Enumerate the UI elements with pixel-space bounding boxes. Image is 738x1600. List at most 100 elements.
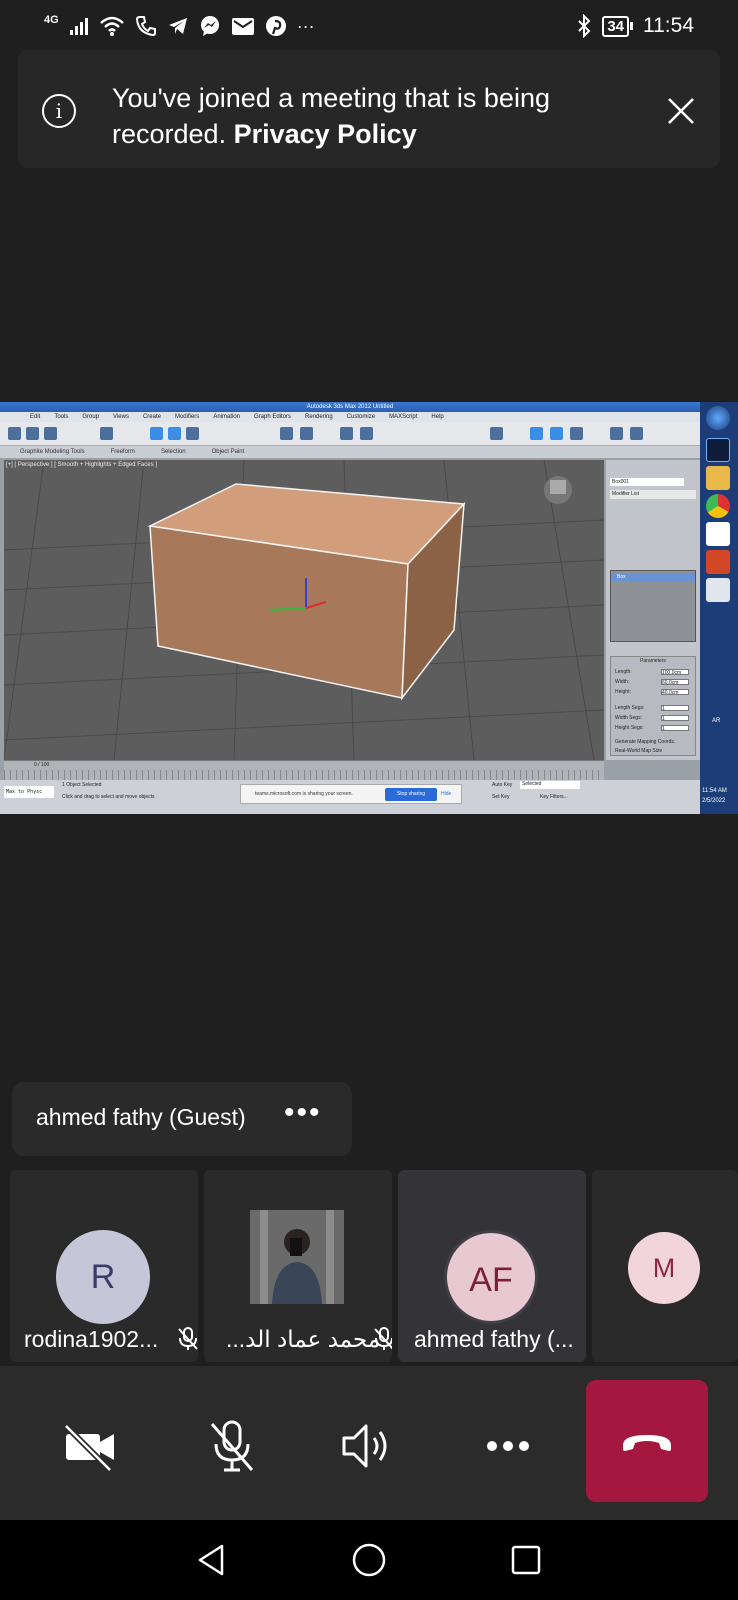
parameters-rollout: Parameters Length: 100.0cm Width: 60.0cm H… — [610, 656, 696, 756]
frame-counter: 0 / 100 — [34, 762, 50, 768]
stop-sharing-button[interactable]: Stop sharing — [385, 788, 437, 801]
folder-icon — [706, 466, 730, 490]
status-left: 4G ··· — [44, 12, 315, 40]
mail-icon — [231, 18, 254, 35]
maxscript-box: Max to Physc — [4, 786, 54, 798]
param-row: Length: 100.0cm — [615, 669, 695, 676]
menu-item: Help — [431, 414, 444, 420]
ribbon-tab: Selection — [160, 449, 186, 455]
mic-off-icon[interactable] — [202, 1416, 262, 1476]
camera-off-icon[interactable] — [60, 1416, 120, 1476]
selection-status: 1 Object Selected — [62, 782, 102, 788]
chrome-icon — [706, 494, 730, 518]
max-title-bar: Autodesk 3ds Max 2012 Untitled — [0, 402, 700, 412]
participant-tile[interactable]: محمد عماد الد... — [204, 1170, 392, 1362]
max-ribbon: Graphite Modeling Tools Freeform Selecti… — [0, 446, 700, 458]
call-controls — [0, 1366, 738, 1520]
param-row: Width Segs: 1 — [615, 715, 695, 722]
windows-taskbar: AR 11:54 AM 2/5/2022 — [700, 402, 738, 814]
tool-icon — [26, 427, 39, 440]
menu-item: Edit — [30, 414, 41, 420]
more-options-icon[interactable]: ••• — [284, 1096, 322, 1130]
privacy-policy-link[interactable]: Privacy Policy — [234, 119, 417, 149]
participant-tile[interactable]: M — [592, 1170, 738, 1362]
menu-item: Graph Editors — [254, 414, 292, 420]
sharing-notice: teams.microsoft.com is sharing your scre… — [240, 784, 462, 804]
taskbar-lang: AR — [712, 718, 721, 724]
tool-icon — [550, 427, 563, 440]
status-time: 11:54 — [643, 14, 694, 37]
powerpoint-icon — [706, 550, 730, 574]
tool-icon — [168, 427, 181, 440]
participant-name: ahmed fathy (... — [414, 1326, 574, 1352]
key-filters: Key Filters... — [540, 794, 568, 800]
prompt-text: Click and drag to select and move object… — [62, 794, 155, 800]
hang-up-icon — [623, 1435, 671, 1451]
ribbon-tab: Graphite Modeling Tools — [20, 449, 85, 455]
battery-level: 34 — [602, 15, 629, 37]
menu-item: Group — [82, 414, 100, 420]
info-icon: i — [42, 94, 76, 128]
participant-tile[interactable]: R rodina1902... — [10, 1170, 198, 1362]
mic-off-icon — [178, 1327, 198, 1350]
active-speaker-pill[interactable]: ahmed fathy (Guest) ••• — [12, 1082, 352, 1156]
home-icon[interactable] — [351, 1542, 387, 1578]
phone-icon — [135, 16, 156, 37]
tool-icon — [340, 427, 353, 440]
telegram-icon — [168, 18, 187, 34]
stack-item: Box — [611, 573, 695, 581]
param-row: Height: 40.0cm — [615, 689, 695, 696]
person-photo-icon — [250, 1210, 344, 1304]
participant-name: rodina1902... — [24, 1326, 159, 1352]
participant-tile-active[interactable]: AF ahmed fathy (... — [398, 1170, 586, 1362]
menu-item: Views — [113, 414, 129, 420]
recents-icon[interactable] — [508, 1542, 544, 1578]
close-icon[interactable] — [664, 94, 698, 128]
hide-button[interactable]: Hide — [441, 788, 451, 801]
checkbox-row: Real-World Map Size — [615, 748, 663, 754]
avatar-photo — [250, 1210, 344, 1304]
tool-icon — [630, 427, 643, 440]
status-right: 34 11:54 — [576, 12, 694, 40]
set-key: Set Key — [492, 794, 510, 800]
timeline: 0 / 100 — [4, 760, 604, 780]
menu-item: Modifiers — [174, 414, 200, 420]
status-overflow: ··· — [296, 15, 315, 36]
shared-screen[interactable]: Autodesk 3ds Max 2012 Untitled Edit Tool… — [0, 402, 738, 814]
taskbar-clock-time: 11:54 AM — [702, 788, 727, 794]
more-icon[interactable] — [478, 1416, 538, 1476]
hang-up-button[interactable] — [586, 1380, 708, 1502]
status-bar: 4G ··· 34 11:54 — [0, 0, 738, 52]
mic-off-icon — [374, 1327, 392, 1350]
signal-icon — [69, 18, 88, 35]
participant-name: محمد عماد الد... — [226, 1326, 381, 1352]
selected-dropdown: Selected — [520, 781, 580, 789]
battery-icon: 34 — [602, 15, 633, 37]
ribbon-tab: Object Paint — [211, 449, 245, 455]
tool-icon — [100, 427, 113, 440]
checkbox-row: Generate Mapping Coords. — [615, 739, 676, 745]
speaker-icon[interactable] — [334, 1416, 394, 1476]
tool-icon — [360, 427, 373, 440]
tool-icon — [280, 427, 293, 440]
messenger-icon — [200, 16, 219, 36]
menu-item: MAXScript — [389, 414, 418, 420]
tool-icon — [530, 427, 543, 440]
menu-item: Customize — [346, 414, 376, 420]
back-icon[interactable] — [194, 1542, 230, 1578]
command-panel: Box001 Modifier List Box Parameters Leng… — [606, 460, 700, 760]
ribbon-tab: Freeform — [110, 449, 135, 455]
object-name-field: Box001 — [610, 478, 684, 486]
tool-icon — [186, 427, 199, 440]
avatar: R — [56, 1230, 150, 1324]
auto-key: Auto Key — [492, 782, 513, 788]
tool-icon — [300, 427, 313, 440]
tool-icon — [8, 427, 21, 440]
perspective-viewport: [+] [ Perspective ] [ Smooth + Highlight… — [4, 460, 604, 760]
avatar: AF — [444, 1230, 538, 1324]
menu-item: Tools — [54, 414, 69, 420]
menu-item: Create — [142, 414, 161, 420]
banner-message: You've joined a meeting that is being re… — [112, 80, 632, 152]
max-toolbar — [0, 422, 700, 446]
param-row: Width: 60.0cm — [615, 679, 695, 686]
